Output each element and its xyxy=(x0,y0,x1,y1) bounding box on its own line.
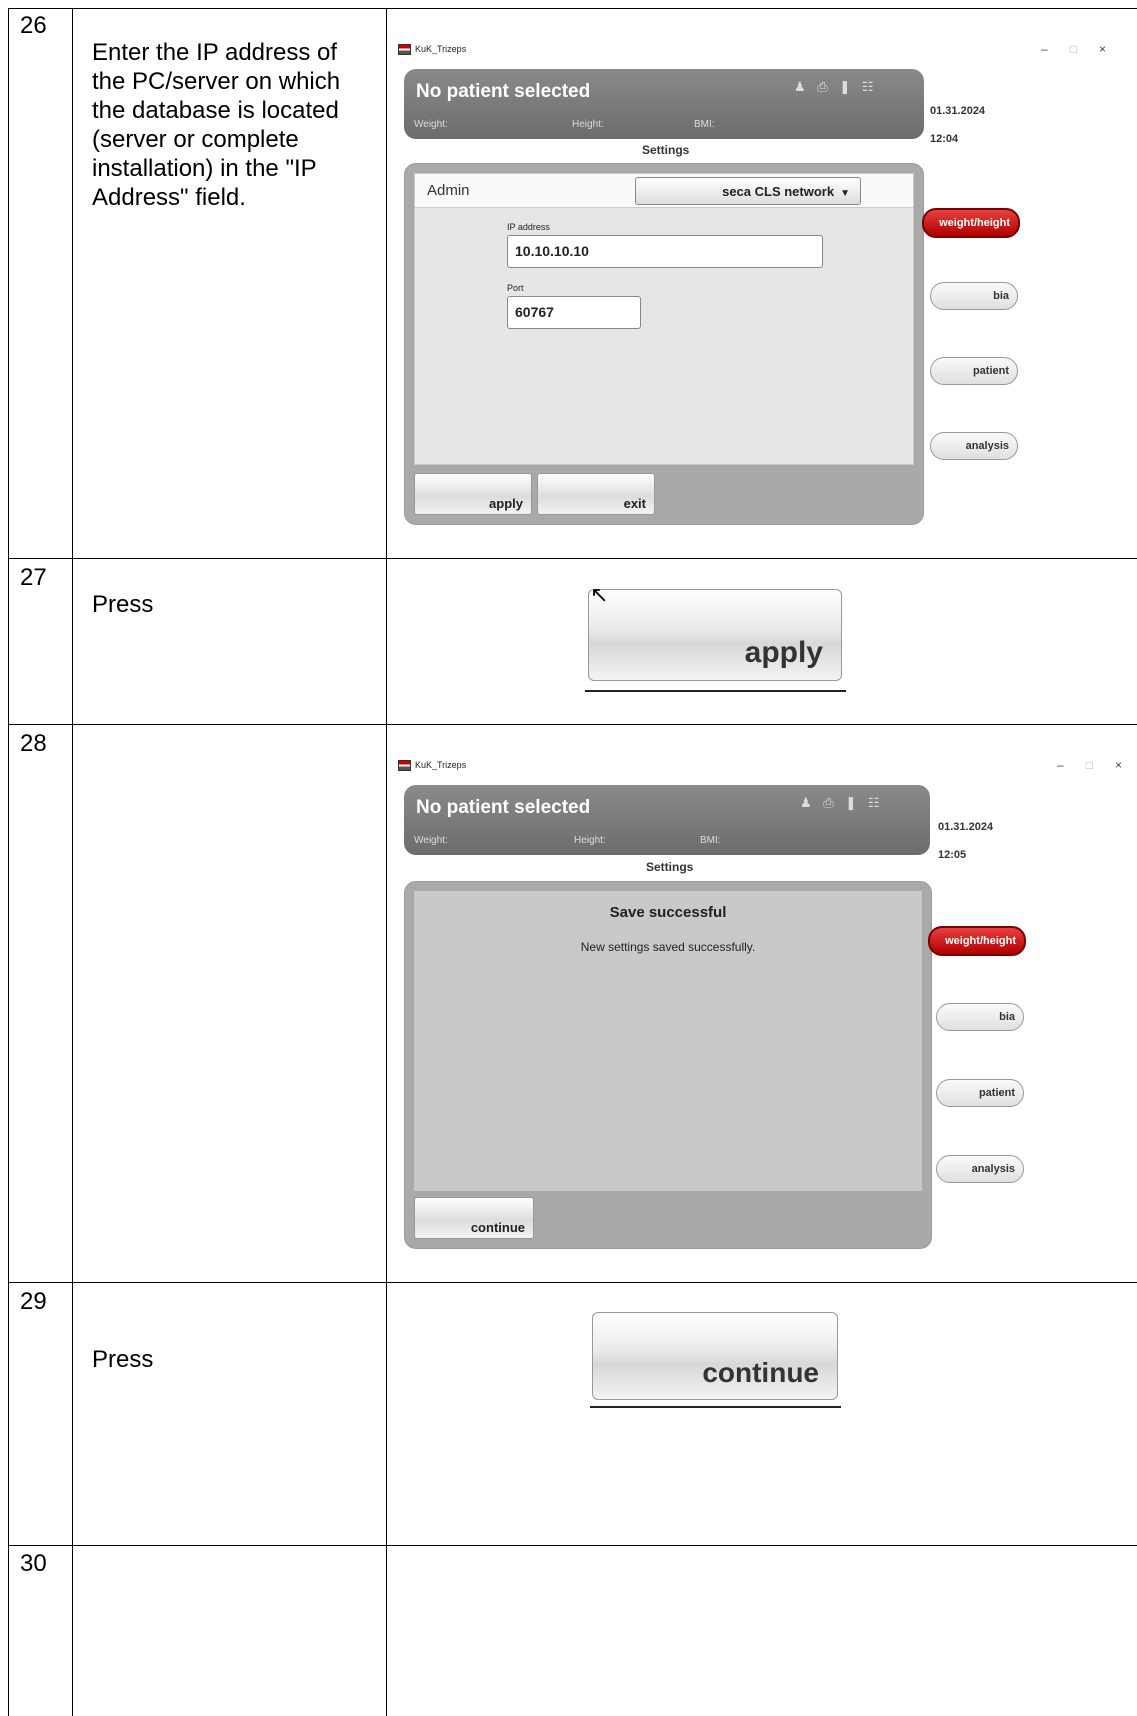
admin-bar: Admin seca CLS network ▼ xyxy=(415,174,913,208)
message-panel: Save successful New settings saved succe… xyxy=(404,881,932,1249)
height-label: Height: xyxy=(572,119,604,130)
side-button-bia[interactable]: bia xyxy=(936,1003,1024,1031)
table-border xyxy=(72,8,73,1716)
message-content: Save successful New settings saved succe… xyxy=(414,891,922,1191)
weight-label: Weight: xyxy=(414,119,448,130)
minimize-icon[interactable]: – xyxy=(1057,758,1064,772)
page-title: Settings xyxy=(646,860,694,874)
date-time: 01.31.2024 12:05 xyxy=(938,806,993,876)
settings-panel: Admin seca CLS network ▼ IP address 10.10… xyxy=(404,163,924,525)
window-titlebar: KuK_Trizeps xyxy=(398,754,1128,776)
message-title: Save successful xyxy=(609,904,727,921)
window-titlebar: KuK_Trizeps xyxy=(398,38,1116,60)
port-field[interactable]: 60767 xyxy=(507,296,641,329)
dropdown-value: seca CLS network xyxy=(722,184,835,199)
minimize-icon[interactable]: – xyxy=(1041,42,1048,56)
step-instruction: Enter the IP address of the PC/server on… xyxy=(92,39,341,211)
app-icon xyxy=(398,759,411,771)
side-button-weight-height[interactable]: weight/height xyxy=(928,926,1026,956)
patient-header: No patient selected ♟ ⎙ ❚ ☷ Weight: Heig… xyxy=(404,69,924,139)
bmi-label: BMI: xyxy=(700,835,721,846)
settings-content: Admin seca CLS network ▼ IP address 10.10… xyxy=(414,173,914,465)
status-icons: ♟ ⎙ ❚ ☷ xyxy=(800,795,884,811)
window-controls: – □ × xyxy=(1041,42,1106,56)
patient-name: No patient selected xyxy=(416,797,591,818)
continue-button-zoom[interactable]: continue xyxy=(592,1312,838,1400)
message-text: New settings saved successfully. xyxy=(580,940,756,954)
patient-name: No patient selected xyxy=(416,81,591,102)
maximize-icon[interactable]: □ xyxy=(1070,42,1077,56)
network-icon: ☷ xyxy=(861,79,878,94)
bmi-label: BMI: xyxy=(694,119,715,130)
side-button-analysis[interactable]: analysis xyxy=(936,1155,1024,1183)
date-time: 01.31.2024 12:04 xyxy=(930,90,985,160)
apply-button-zoom[interactable]: apply xyxy=(588,589,842,681)
window-title: KuK_Trizeps xyxy=(415,44,467,54)
table-border xyxy=(386,8,387,1716)
side-button-analysis[interactable]: analysis xyxy=(930,432,1018,460)
step-number: 28 xyxy=(20,730,47,757)
side-button-bia[interactable]: bia xyxy=(930,282,1018,310)
date: 01.31.2024 xyxy=(938,821,994,833)
patient-header: No patient selected ♟ ⎙ ❚ ☷ Weight: Heig… xyxy=(404,785,930,855)
port-label: Port xyxy=(507,283,524,293)
network-dropdown[interactable]: seca CLS network ▼ xyxy=(635,177,861,205)
side-button-patient[interactable]: patient xyxy=(936,1079,1024,1107)
window-controls: – □ × xyxy=(1057,758,1122,772)
app-window-settings: KuK_Trizeps – □ × No patient selected ♟ … xyxy=(398,38,1116,578)
side-button-weight-height[interactable]: weight/height xyxy=(922,208,1020,238)
app-icon xyxy=(398,43,411,55)
table-border xyxy=(8,8,1137,9)
admin-label: Admin xyxy=(427,182,470,199)
app-window-save-success: KuK_Trizeps – □ × No patient selected ♟ … xyxy=(398,754,1128,1254)
step-number: 27 xyxy=(20,564,47,591)
page-title: Settings xyxy=(642,143,690,157)
person-icon: ♟ xyxy=(794,79,810,94)
step-number: 29 xyxy=(20,1288,47,1315)
chevron-down-icon: ▼ xyxy=(840,188,850,199)
time: 12:04 xyxy=(930,133,959,145)
table-border xyxy=(8,1545,1137,1546)
continue-button[interactable]: continue xyxy=(414,1197,534,1239)
weight-label: Weight: xyxy=(414,835,448,846)
maximize-icon[interactable]: □ xyxy=(1086,758,1093,772)
wireless-icon: ❚ xyxy=(845,795,861,810)
close-icon[interactable]: × xyxy=(1115,758,1122,772)
step-instruction: Press xyxy=(92,591,154,618)
status-icons: ♟ ⎙ ❚ ☷ xyxy=(794,79,878,95)
printer-icon: ⎙ xyxy=(823,795,838,810)
underline xyxy=(585,690,846,692)
side-button-patient[interactable]: patient xyxy=(930,357,1018,385)
time: 12:05 xyxy=(938,849,967,861)
mouse-cursor-icon: ↖ xyxy=(590,582,609,607)
wireless-icon: ❚ xyxy=(839,79,855,94)
network-icon: ☷ xyxy=(867,795,884,810)
date: 01.31.2024 xyxy=(930,105,986,117)
step-number: 26 xyxy=(20,12,47,39)
underline xyxy=(590,1406,841,1408)
step-instruction: Press xyxy=(92,1346,154,1373)
apply-button[interactable]: apply xyxy=(414,473,532,515)
close-icon[interactable]: × xyxy=(1099,42,1106,56)
ip-address-field[interactable]: 10.10.10.10 xyxy=(507,235,823,268)
window-title: KuK_Trizeps xyxy=(415,760,467,770)
table-border xyxy=(8,1282,1137,1283)
height-label: Height: xyxy=(574,835,606,846)
table-border xyxy=(8,8,9,1716)
ip-address-label: IP address xyxy=(507,222,550,232)
person-icon: ♟ xyxy=(800,795,816,810)
exit-button[interactable]: exit xyxy=(537,473,655,515)
printer-icon: ⎙ xyxy=(817,79,832,94)
table-border xyxy=(8,724,1137,725)
step-number: 30 xyxy=(20,1550,47,1577)
